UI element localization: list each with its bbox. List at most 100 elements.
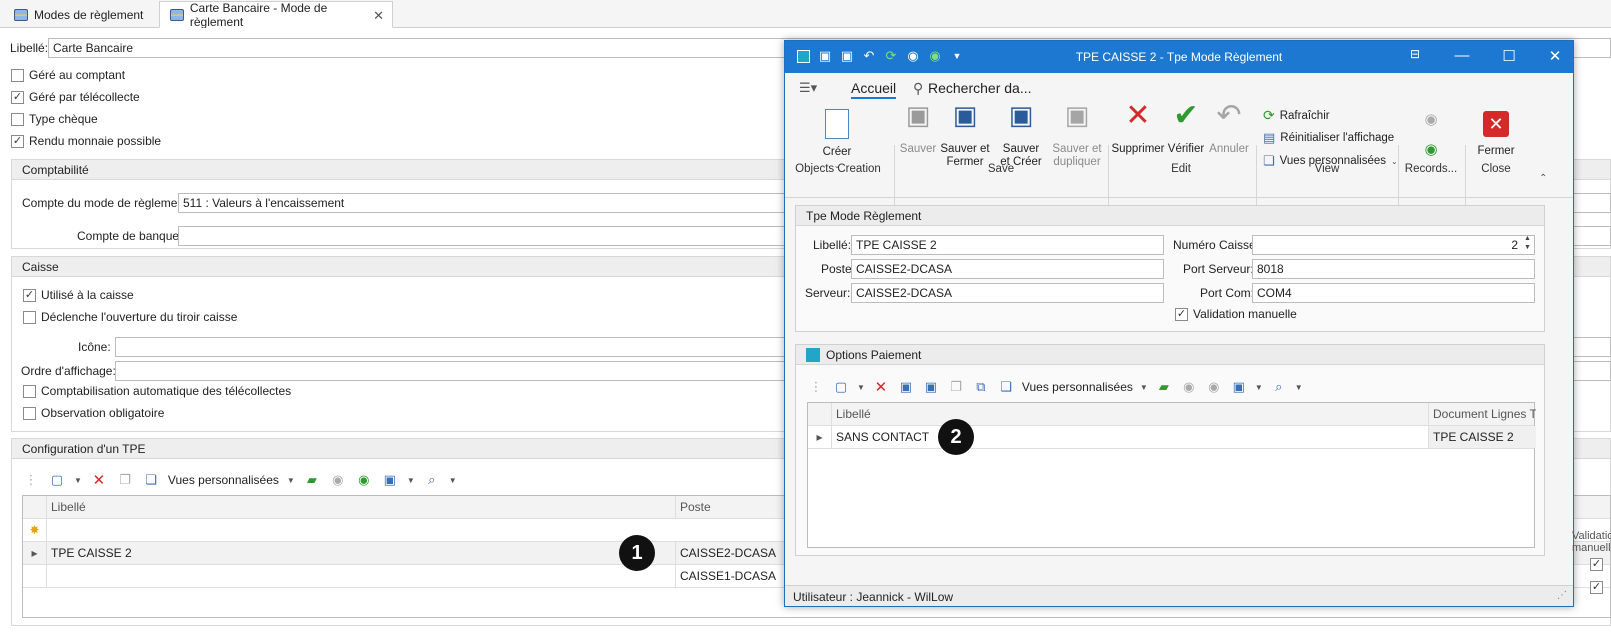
- duplicate-icon[interactable]: ❐: [116, 471, 134, 489]
- cell-libelle[interactable]: [47, 565, 676, 587]
- open-icon[interactable]: ▣: [897, 378, 915, 396]
- chevron-down-icon[interactable]: ▼: [449, 476, 457, 485]
- cell-document[interactable]: TPE CAISSE 2: [1429, 426, 1536, 448]
- checkbox[interactable]: [23, 384, 36, 398]
- down-icon[interactable]: ◉: [1205, 378, 1223, 396]
- column-header-validation[interactable]: Validation manuelle: [1572, 530, 1611, 554]
- restore-layout-icon[interactable]: ⊟: [1405, 47, 1425, 61]
- dlg-serveur-input[interactable]: CAISSE2-DCASA: [851, 283, 1164, 303]
- checkbox-checked[interactable]: ✓: [11, 90, 24, 104]
- check-rendu-monnaie[interactable]: ✓ Rendu monnaie possible: [11, 134, 161, 148]
- app-menu-icon[interactable]: ☰▾: [799, 80, 817, 96]
- check-type-cheque[interactable]: Type chèque: [11, 112, 98, 126]
- port-com-input[interactable]: COM4: [1252, 283, 1535, 303]
- checkbox[interactable]: [23, 310, 36, 324]
- sauver-dupliquer-button[interactable]: ▣ Sauver et dupliquer: [1049, 102, 1105, 169]
- libelle-label: Libellé:: [10, 41, 49, 55]
- tab-carte-bancaire[interactable]: Carte Bancaire - Mode de règlement ✕: [159, 1, 393, 29]
- chevron-down-icon[interactable]: ▼: [857, 383, 865, 392]
- port-serveur-label: Port Serveur:: [1183, 262, 1254, 276]
- dlg-libelle-input[interactable]: TPE CAISSE 2: [851, 235, 1164, 255]
- collapse-ribbon-icon[interactable]: ⌃: [1539, 173, 1547, 184]
- sauver-button[interactable]: ▣ Sauver: [897, 102, 939, 156]
- check-gere-telecollecte[interactable]: ✓ Géré par télécollecte: [11, 90, 140, 104]
- dlg-poste-input[interactable]: CAISSE2-DCASA: [851, 259, 1164, 279]
- check-utilise-caisse[interactable]: ✓ Utilisé à la caisse: [23, 288, 134, 302]
- annuler-button[interactable]: ↶ Annuler: [1207, 101, 1251, 156]
- tab-modes-de-reglement[interactable]: Modes de règlement: [4, 1, 159, 28]
- fermer-button[interactable]: ✕ Fermer: [1469, 109, 1523, 158]
- link-icon[interactable]: ⧉: [972, 378, 990, 396]
- checkbox[interactable]: [11, 68, 24, 82]
- delete-icon[interactable]: ✕: [872, 378, 890, 396]
- rafraichir-button[interactable]: ⟳ Rafraîchir: [1263, 107, 1330, 124]
- table-row[interactable]: ▸ SANS CONTACT TPE CAISSE 2: [808, 426, 1536, 449]
- reinitialiser-button[interactable]: ▤ Réinitialiser l'affichage: [1263, 130, 1394, 146]
- group-save: Save: [987, 163, 1015, 175]
- maximize-icon[interactable]: ☐: [1499, 47, 1519, 65]
- chevron-down-icon[interactable]: ▼: [1295, 383, 1303, 392]
- up-icon[interactable]: ◉: [1180, 378, 1198, 396]
- column-header-libelle[interactable]: Libellé: [47, 496, 676, 518]
- verifier-button[interactable]: ✔ Vérifier: [1165, 101, 1207, 156]
- group-records: Records...: [1404, 163, 1458, 175]
- column-header-libelle[interactable]: Libellé: [832, 403, 1429, 425]
- checkbox-checked[interactable]: ✓: [1590, 581, 1603, 594]
- duplicate-icon[interactable]: ❐: [947, 378, 965, 396]
- check-comptabilisation[interactable]: Comptabilisation automatique des télécol…: [23, 384, 291, 398]
- chevron-down-icon[interactable]: ▼: [407, 476, 415, 485]
- chevron-down-icon[interactable]: ▼: [1255, 383, 1263, 392]
- spinner-arrows-icon[interactable]: ▲ ▼: [1524, 234, 1531, 252]
- check-validation-manuelle[interactable]: ✓ Validation manuelle: [1175, 307, 1297, 321]
- custom-views-menu[interactable]: Vues personnalisées: [1022, 380, 1133, 394]
- cell-libelle[interactable]: TPE CAISSE 2: [47, 542, 676, 564]
- chevron-down-icon[interactable]: ▼: [1140, 383, 1148, 392]
- delete-icon[interactable]: ✕: [90, 471, 108, 489]
- callout-badge-2: 2: [938, 419, 974, 455]
- check-observation[interactable]: Observation obligatoire: [23, 406, 164, 420]
- numero-caisse-spinner[interactable]: 2: [1252, 235, 1535, 255]
- group-edit: Edit: [1171, 163, 1191, 175]
- tab-accueil[interactable]: Accueil: [851, 80, 897, 99]
- supprimer-button[interactable]: ✕ Supprimer: [1111, 101, 1165, 156]
- ribbon-search[interactable]: Rechercher da...: [928, 80, 1032, 96]
- filter-icon[interactable]: ⌕: [423, 471, 441, 489]
- column-header-document[interactable]: Document Lignes T...: [1429, 403, 1536, 425]
- checkbox-checked[interactable]: ✓: [23, 288, 36, 302]
- picture-icon[interactable]: ▣: [922, 378, 940, 396]
- record-down-button[interactable]: ◉: [1421, 142, 1441, 157]
- save-layout-icon[interactable]: ▣: [381, 471, 399, 489]
- port-com-label: Port Com:: [1200, 286, 1255, 300]
- checkbox-checked[interactable]: ✓: [1175, 307, 1188, 321]
- chevron-down-icon[interactable]: ▼: [287, 476, 295, 485]
- panel-title: Tpe Mode Règlement: [796, 206, 1544, 226]
- save-layout-icon[interactable]: ▣: [1230, 378, 1248, 396]
- search-icon[interactable]: ⚲: [913, 80, 923, 97]
- resize-grip-icon[interactable]: ⋰: [1557, 590, 1567, 601]
- close-icon[interactable]: ✕: [1545, 47, 1565, 65]
- cell-libelle[interactable]: SANS CONTACT: [832, 426, 1429, 448]
- checkbox[interactable]: [11, 112, 24, 126]
- close-icon[interactable]: ✕: [373, 8, 384, 24]
- checkbox[interactable]: [23, 406, 36, 420]
- custom-views-menu[interactable]: Vues personnalisées: [168, 473, 279, 487]
- export-icon[interactable]: ▰: [303, 471, 321, 489]
- new-row-star-icon: ✸: [23, 519, 47, 541]
- port-serveur-input[interactable]: 8018: [1252, 259, 1535, 279]
- new-row-icon[interactable]: ▢: [48, 471, 66, 489]
- checkbox-checked[interactable]: ✓: [1590, 558, 1603, 571]
- chevron-down-icon[interactable]: ▼: [74, 476, 82, 485]
- check-gere-comptant[interactable]: Géré au comptant: [11, 68, 125, 82]
- export-icon[interactable]: ▰: [1155, 378, 1173, 396]
- up-icon[interactable]: ◉: [329, 471, 347, 489]
- record-up-button[interactable]: ◉: [1421, 112, 1441, 127]
- new-row-icon[interactable]: ▢: [832, 378, 850, 396]
- check-tiroir-caisse[interactable]: Déclenche l'ouverture du tiroir caisse: [23, 310, 237, 324]
- sauver-fermer-button[interactable]: ▣ Sauver et Fermer: [939, 102, 991, 169]
- down-icon[interactable]: ◉: [355, 471, 373, 489]
- filter-icon[interactable]: ⌕: [1270, 378, 1288, 396]
- minimize-icon[interactable]: —: [1452, 47, 1472, 64]
- sauver-creer-button[interactable]: ▣ Sauver et Créer: [991, 102, 1051, 169]
- options-grid-toolbar: ⋮ ▢ ▼ ✕ ▣ ▣ ❐ ⧉ ❏ Vues personnalisées ▼ ▰ …: [807, 375, 1303, 399]
- checkbox-checked[interactable]: ✓: [11, 134, 24, 148]
